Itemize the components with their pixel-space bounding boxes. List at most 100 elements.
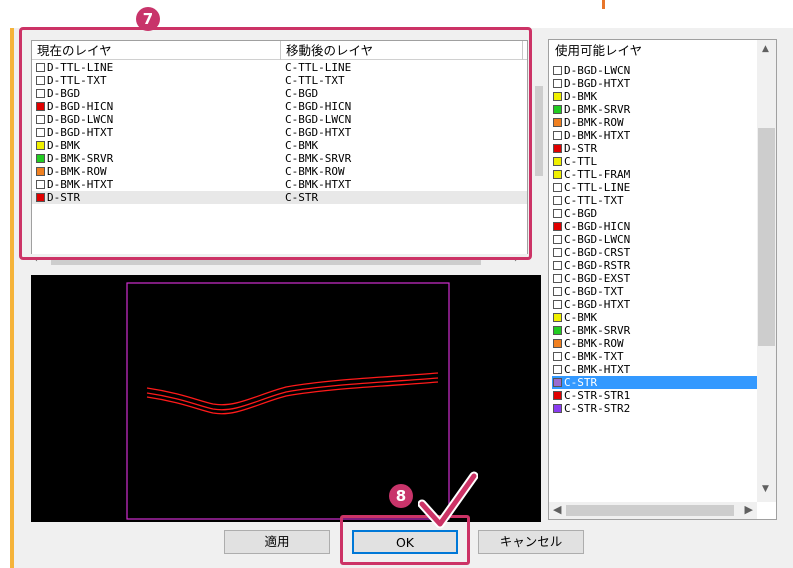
available-layer-item[interactable]: C-TTL (552, 155, 758, 168)
available-layer-item[interactable]: C-TTL-FRAM (552, 168, 758, 181)
layer-color-swatch (553, 365, 562, 374)
step7-highlight-box (19, 27, 532, 260)
available-list-horizontal-scrollbar[interactable]: ◀ ▶ (549, 502, 757, 519)
layer-color-swatch (553, 144, 562, 153)
available-layer-name: C-TTL (564, 155, 598, 168)
available-layer-item[interactable]: C-BGD-RSTR (552, 259, 758, 272)
layer-color-swatch (553, 92, 562, 101)
available-layer-item[interactable]: C-STR (552, 376, 758, 389)
available-layer-item[interactable]: C-STR-STR2 (552, 402, 758, 415)
available-layer-name: C-STR-STR1 (564, 389, 631, 402)
scroll-right-icon[interactable]: ▶ (745, 503, 753, 516)
layer-color-swatch (553, 170, 562, 179)
available-layer-name: C-STR (564, 376, 598, 389)
available-layer-item[interactable]: C-BMK-TXT (552, 350, 758, 363)
step7-badge: 7 (136, 7, 160, 31)
available-layer-name: C-TTL-LINE (564, 181, 631, 194)
scrollbar-thumb[interactable] (51, 260, 481, 265)
mapping-list-vertical-scrollbar[interactable] (535, 41, 543, 223)
available-layer-name: C-BMK (564, 311, 598, 324)
available-layer-item[interactable]: D-BMK-HTXT (552, 129, 758, 142)
available-layer-item[interactable]: C-BGD-TXT (552, 285, 758, 298)
available-layer-name: D-BMK-ROW (564, 116, 624, 129)
available-layer-name: C-BMK-ROW (564, 337, 624, 350)
layer-color-swatch (553, 118, 562, 127)
layer-color-swatch (553, 287, 562, 296)
layer-color-swatch (553, 209, 562, 218)
available-layer-item[interactable]: D-BMK-ROW (552, 116, 758, 129)
available-layer-name: D-BMK (564, 90, 598, 103)
layer-color-swatch (553, 248, 562, 257)
available-layer-item[interactable]: C-TTL-LINE (552, 181, 758, 194)
apply-button[interactable]: 適用 (224, 530, 330, 554)
available-layer-item[interactable]: C-BGD-CRST (552, 246, 758, 259)
available-layer-name: C-BGD (564, 207, 598, 220)
available-layer-name: C-BGD-HTXT (564, 298, 631, 311)
available-layer-name: C-TTL-FRAM (564, 168, 631, 181)
available-layer-item[interactable]: C-BMK-SRVR (552, 324, 758, 337)
layer-color-swatch (553, 66, 562, 75)
layer-color-swatch (553, 157, 562, 166)
available-layer-name: D-BGD-HTXT (564, 77, 631, 90)
available-layer-name: D-BGD-LWCN (564, 64, 631, 77)
layer-color-swatch (553, 391, 562, 400)
preview-line (146, 372, 439, 406)
cancel-button[interactable]: キャンセル (478, 530, 584, 554)
available-layer-name: C-BMK-TXT (564, 350, 624, 363)
layer-color-swatch (553, 79, 562, 88)
preview-line (146, 377, 439, 411)
available-layer-name: D-BMK-HTXT (564, 129, 631, 142)
available-layer-item[interactable]: D-STR (552, 142, 758, 155)
layer-color-swatch (553, 261, 562, 270)
available-layer-name: C-BGD-CRST (564, 246, 631, 259)
available-layer-name: C-BGD-TXT (564, 285, 624, 298)
available-layer-name: C-BGD-EXST (564, 272, 631, 285)
available-layer-name: C-TTL-TXT (564, 194, 624, 207)
available-layer-item[interactable]: C-BMK-ROW (552, 337, 758, 350)
available-layer-header: 使用可能レイヤ (555, 43, 643, 58)
available-layer-item[interactable]: D-BMK-SRVR (552, 103, 758, 116)
available-layer-item[interactable]: C-STR-STR1 (552, 389, 758, 402)
layer-color-swatch (553, 131, 562, 140)
checkmark-icon (418, 471, 478, 529)
layer-color-swatch (553, 222, 562, 231)
available-layer-item[interactable]: C-BGD-HICN (552, 220, 758, 233)
layer-color-swatch (553, 352, 562, 361)
available-layer-item[interactable]: D-BGD-LWCN (552, 64, 758, 77)
available-layer-item[interactable]: D-BGD-HTXT (552, 77, 758, 90)
available-layer-rows: D-BGD-LWCN D-BGD-HTXT D-BMK D-BMK-SRVR D-BMK… (552, 64, 758, 415)
layer-color-swatch (553, 404, 562, 413)
available-layer-item[interactable]: D-BMK (552, 90, 758, 103)
available-layer-name: C-BMK-SRVR (564, 324, 631, 337)
scrollbar-thumb[interactable] (566, 505, 734, 516)
available-layer-name: C-STR-STR2 (564, 402, 631, 415)
available-layer-name: C-BGD-RSTR (564, 259, 631, 272)
available-list-vertical-scrollbar[interactable]: ▲ ▼ (757, 40, 776, 502)
available-layer-name: C-BGD-LWCN (564, 233, 631, 246)
layer-color-swatch (553, 196, 562, 205)
scrollbar-thumb[interactable] (535, 86, 543, 176)
available-layer-name: C-BGD-HICN (564, 220, 631, 233)
layer-color-swatch (553, 378, 562, 387)
layer-color-swatch (553, 105, 562, 114)
available-layer-item[interactable]: C-BGD-EXST (552, 272, 758, 285)
available-layer-item[interactable]: C-BMK-HTXT (552, 363, 758, 376)
scroll-down-icon[interactable]: ▼ (762, 484, 769, 494)
layer-color-swatch (553, 274, 562, 283)
available-layer-name: D-BMK-SRVR (564, 103, 631, 116)
available-layer-list[interactable]: 使用可能レイヤ D-BGD-LWCN D-BGD-HTXT D-BMK D-BMK-S… (548, 39, 777, 520)
scroll-up-icon[interactable]: ▲ (762, 44, 769, 54)
layer-color-swatch (553, 326, 562, 335)
layer-color-swatch (553, 183, 562, 192)
available-layer-item[interactable]: C-TTL-TXT (552, 194, 758, 207)
layer-color-swatch (553, 313, 562, 322)
available-layer-item[interactable]: C-BGD-HTXT (552, 298, 758, 311)
scroll-left-icon[interactable]: ◀ (553, 503, 561, 516)
orange-marker (602, 0, 605, 9)
scrollbar-thumb[interactable] (758, 128, 775, 346)
layer-color-swatch (553, 235, 562, 244)
available-layer-item[interactable]: C-BGD-LWCN (552, 233, 758, 246)
step8-badge: 8 (389, 484, 413, 508)
available-layer-item[interactable]: C-BGD (552, 207, 758, 220)
available-layer-item[interactable]: C-BMK (552, 311, 758, 324)
